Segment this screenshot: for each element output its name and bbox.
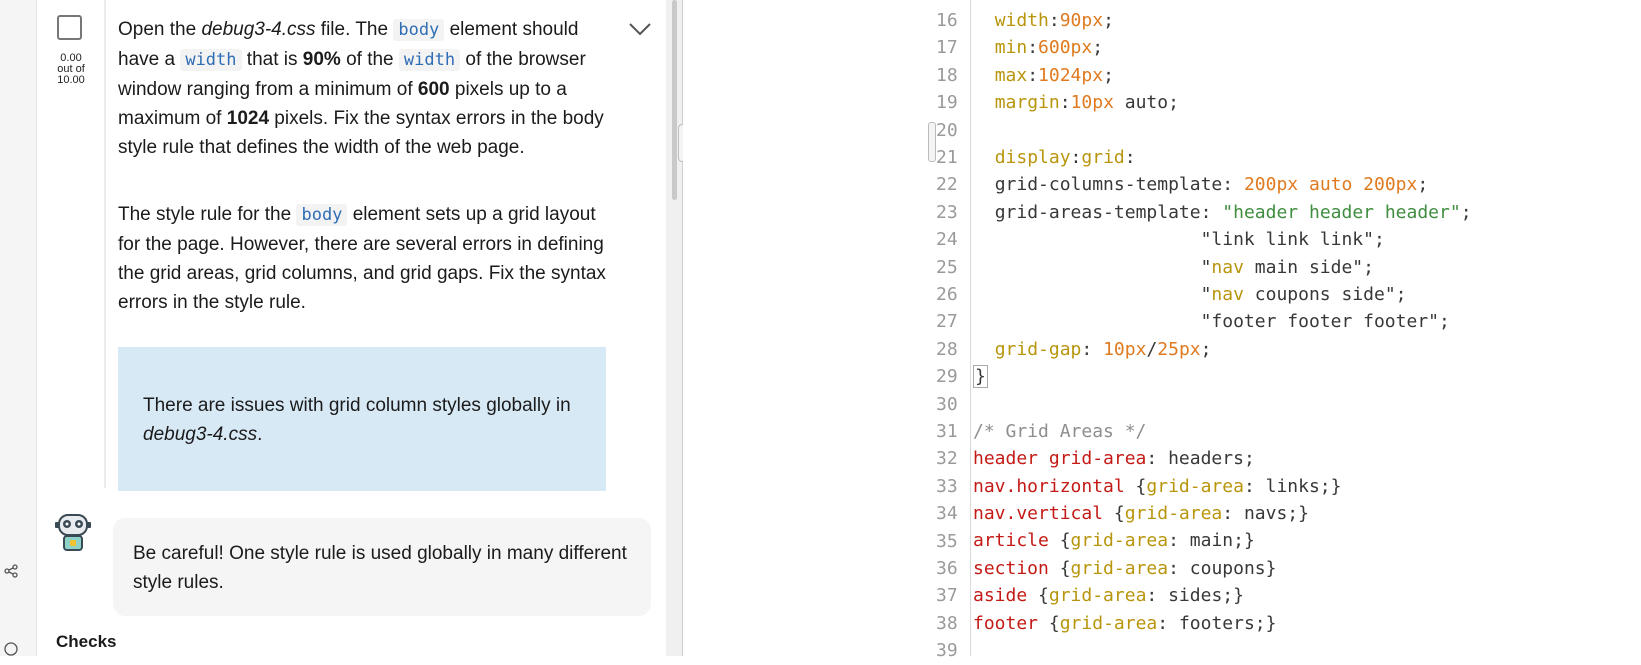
line-number: 37 [936,585,958,607]
task-divider [104,0,106,488]
line-number: 22 [936,174,958,196]
line-number: 33 [936,475,958,497]
code-line-34: nav.vertical {grid-area: navs;} [973,503,1309,524]
code-line-33: nav.horizontal {grid-area: links;} [973,476,1342,497]
line-number: 25 [936,256,958,278]
code-line-35: article {grid-area: main;} [973,530,1255,551]
code-line-28: grid-gap: 10px/25px; [994,339,1212,360]
line-number: 24 [936,229,958,251]
code-line-22: grid-columns-template: 200px auto 200px; [994,174,1429,195]
task-checkbox[interactable] [57,15,82,40]
code-line-23: grid-areas-template: "header header head… [994,202,1472,223]
line-number: 23 [936,201,958,223]
line-number: 38 [936,612,958,634]
help-icon[interactable] [4,642,18,656]
robot-avatar-icon [53,511,93,553]
editor-resize-handle[interactable] [928,122,936,162]
code-line-16: width:90px; [994,10,1114,31]
tip-bubble: Be careful! One style rule is used globa… [113,518,651,616]
code-line-26: "nav coupons side"; [1200,284,1407,305]
left-rail [0,0,37,656]
task-score: 0.00 out of 10.00 [50,53,92,86]
code-line-31: /* Grid Areas */ [973,421,1147,442]
line-number: 35 [936,530,958,552]
code-line-19: margin:10px auto; [994,92,1179,113]
code-line-38: footer {grid-area: footers;} [973,613,1277,634]
task-paragraph-1: Open the debug3-4.css file. The body ele… [118,19,604,158]
score-max: 10.00 [57,74,85,86]
code-line-37: aside {grid-area: sides;} [973,585,1244,606]
line-number: 20 [936,119,958,141]
line-number: 17 [936,37,958,59]
checks-title: Checks [56,632,117,651]
line-number: 26 [936,284,958,305]
code-line-25: "nav main side"; [1200,257,1374,278]
line-number: 39 [936,640,958,662]
line-number: 18 [936,64,958,86]
code-line-29: } [973,365,988,388]
line-number: 30 [936,393,958,415]
code-line-27: "footer footer footer"; [1200,311,1450,332]
file-name: debug3-4.css [201,19,316,40]
line-number: 32 [936,448,958,470]
code-line-32: header grid-area: headers; [973,448,1255,469]
panel-scrollbar[interactable] [666,0,682,656]
code-body: body [296,204,348,226]
file-name: debug3-4.css [143,424,258,445]
code-line-17: min:600px; [994,37,1104,58]
line-number: 27 [936,311,958,333]
line-number: 16 [936,10,958,31]
code-width: width [180,49,242,71]
code-line-36: section {grid-area: coupons} [973,558,1277,579]
code-line-21: display:grid: [994,147,1136,168]
chevron-down-icon[interactable] [628,18,652,42]
line-number: 31 [936,421,958,442]
task-paragraph-2: The style rule for the body element sets… [118,204,606,313]
code-line-24: "link link link"; [1200,229,1385,250]
code-line-18: max:1024px; [994,65,1114,86]
line-number: 29 [936,366,958,388]
line-number: 34 [936,503,958,525]
code-width: width [398,49,461,71]
line-number: 19 [936,92,958,114]
line-number: 36 [936,558,958,579]
line-number: 28 [936,338,958,360]
line-number: 21 [936,147,958,168]
share-icon[interactable] [4,564,18,578]
hint-box: There are issues with grid column styles… [118,347,606,491]
code-body: body [393,19,445,41]
